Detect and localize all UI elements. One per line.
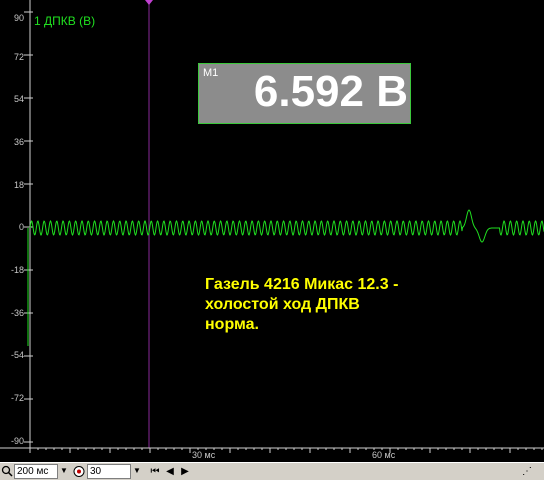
annotation-line: холостой ход ДПКВ: [205, 296, 360, 313]
measurement-name: M1: [203, 67, 219, 79]
target-icon[interactable]: [73, 465, 85, 478]
y-tick-label: -36: [10, 308, 24, 318]
annotation-line: норма.: [205, 316, 259, 333]
step-back-icon[interactable]: ◀: [163, 465, 177, 478]
x-tick-label: 30 мс: [192, 450, 216, 460]
y-tick-label: 18: [13, 180, 24, 190]
y-tick-label: 54: [13, 94, 24, 104]
x-tick-label: 60 мс: [372, 450, 396, 460]
status-bar: 200 мс ▼ 30 ▼ ⏮ ◀ ▶ ⋰: [0, 462, 544, 480]
step-forward-icon[interactable]: ▶: [178, 465, 192, 478]
y-tick-label: -90: [10, 436, 24, 446]
measurement-value: 6.592 В: [253, 67, 408, 116]
cursor-marker-icon[interactable]: [145, 0, 153, 5]
channel-1-trace: [29, 209, 544, 243]
y-tick-label: -18: [10, 265, 24, 275]
zoom-icon[interactable]: [1, 465, 13, 478]
y-tick-label: 72: [13, 52, 24, 62]
skip-back-icon[interactable]: ⏮: [148, 465, 162, 478]
count-select[interactable]: 30: [87, 464, 131, 479]
y-tick-label: 90: [13, 13, 24, 23]
y-tick-label: 0: [18, 222, 24, 232]
annotation-text[interactable]: Газель 4216 Микас 12.3 - холостой ход ДП…: [205, 275, 398, 335]
y-tick-label: -54: [10, 350, 24, 360]
y-tick-label: -72: [10, 393, 24, 403]
count-value: 30: [90, 466, 102, 477]
measurement-box[interactable]: M1 6.592 В: [198, 63, 411, 124]
channel-label[interactable]: 1 ДПКВ (В): [34, 14, 95, 28]
chevron-down-icon[interactable]: ▼: [58, 464, 70, 479]
oscilloscope-plot[interactable]: 90 72 54 36 18 0 -18 -36 -54 -72 -90 30 …: [0, 0, 544, 462]
y-tick-label: 36: [13, 137, 24, 147]
chevron-down-icon[interactable]: ▼: [131, 464, 143, 479]
annotation-line: Газель 4216 Микас 12.3 -: [205, 276, 399, 293]
timebase-select[interactable]: 200 мс: [14, 464, 58, 479]
resize-grip-icon[interactable]: ⋰: [520, 465, 534, 478]
timebase-value: 200 мс: [17, 466, 49, 477]
